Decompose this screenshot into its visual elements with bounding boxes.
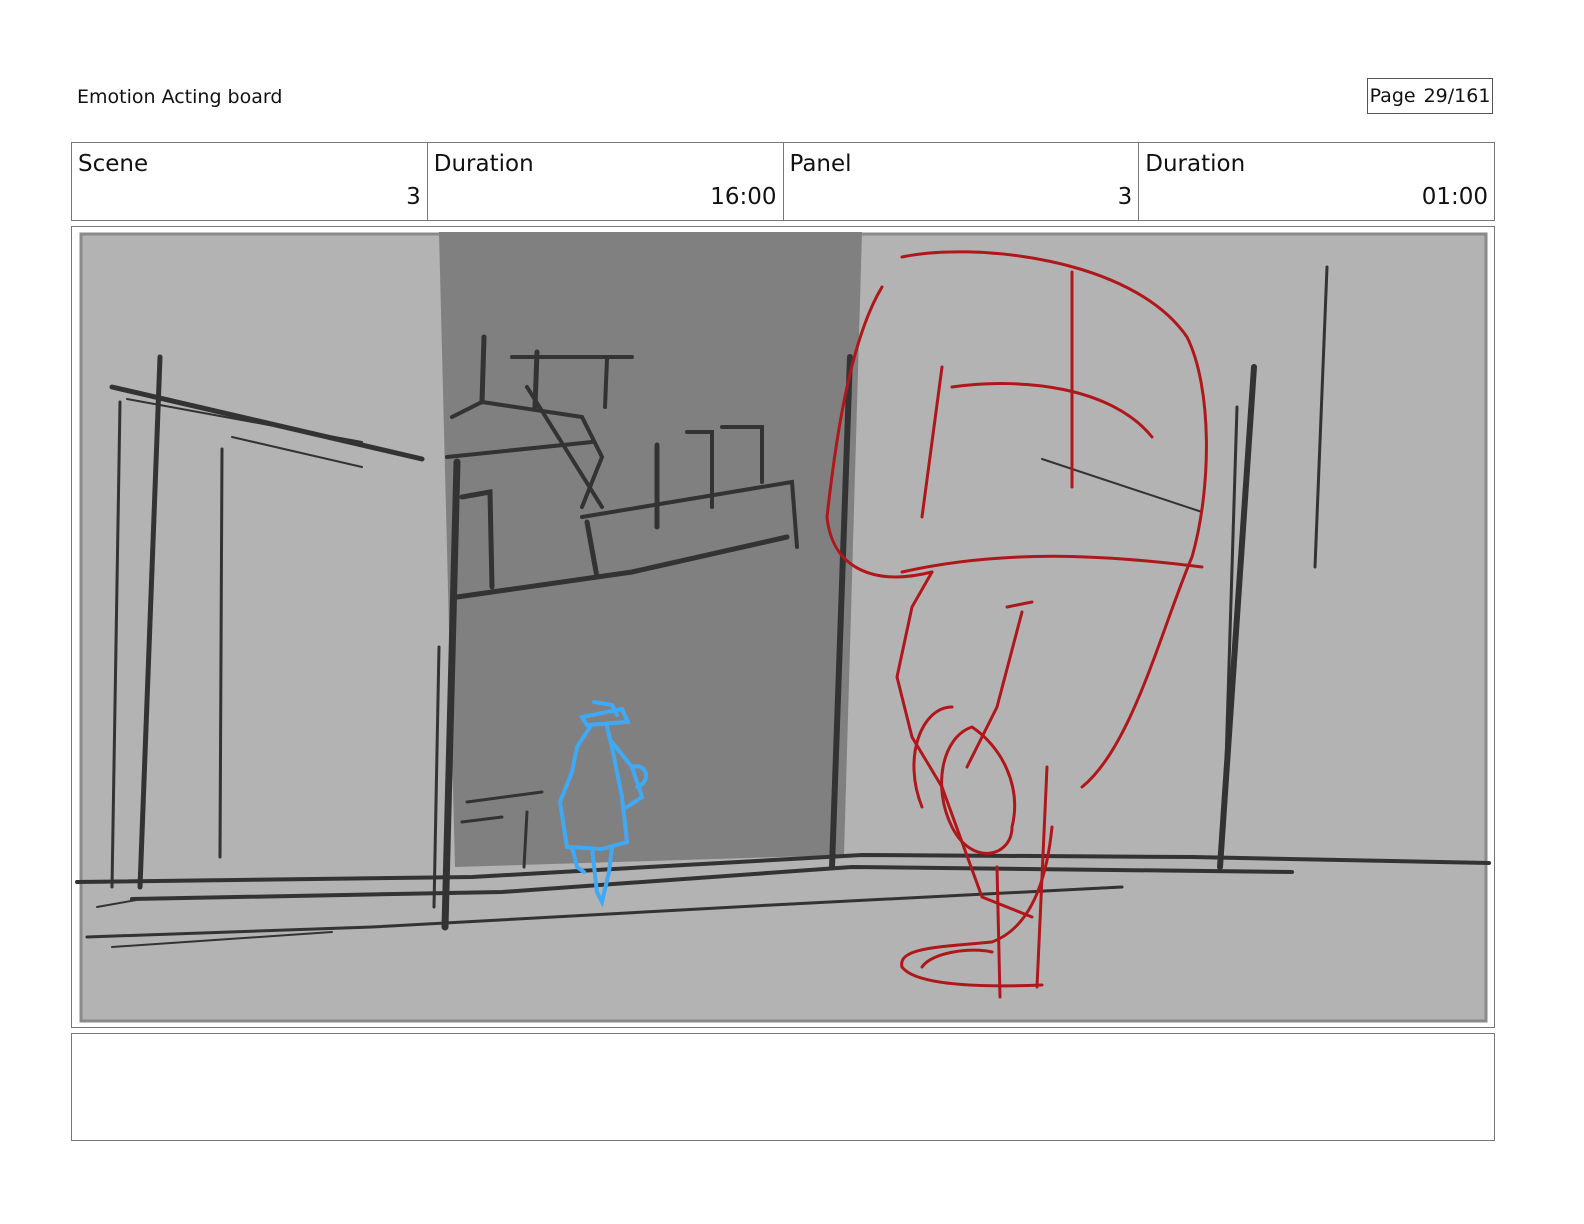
storyboard-panel (71, 226, 1495, 1028)
panel-duration-label: Duration (1145, 151, 1246, 177)
page-label: Page (1369, 85, 1416, 107)
panel-cell: Panel 3 (784, 143, 1140, 220)
alley-shadow (439, 232, 862, 867)
panel-notes-box[interactable] (71, 1033, 1495, 1141)
scene-duration-cell: Duration 16:00 (428, 143, 784, 220)
scene-cell: Scene 3 (72, 143, 428, 220)
scene-duration-value: 16:00 (710, 184, 777, 210)
scene-duration-label: Duration (433, 151, 534, 177)
panel-sketch (75, 232, 1491, 1023)
board-title: Emotion Acting board (77, 86, 283, 108)
panel-duration-value: 01:00 (1421, 184, 1488, 210)
scene-label: Scene (78, 151, 149, 177)
scene-value: 3 (406, 184, 421, 210)
panel-duration-cell: Duration 01:00 (1139, 143, 1494, 220)
page-indicator: Page 29/161 (1367, 78, 1493, 114)
panel-info-table: Scene 3 Duration 16:00 Panel 3 Duration … (71, 142, 1495, 221)
panel-value: 3 (1117, 184, 1133, 210)
page-number: 29/161 (1423, 85, 1491, 107)
panel-label: Panel (789, 151, 852, 177)
